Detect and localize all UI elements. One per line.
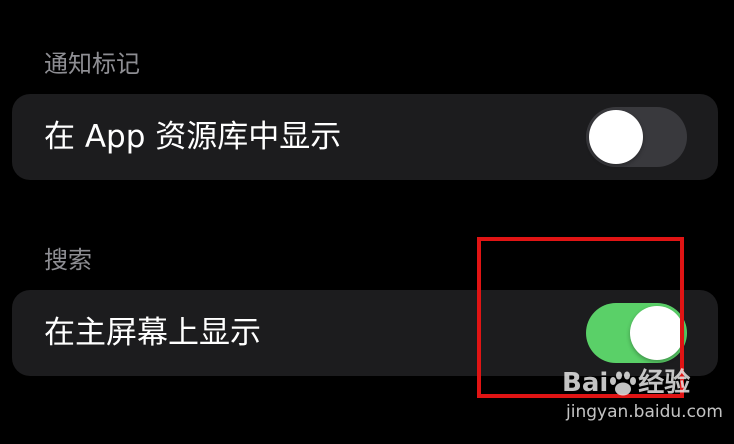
- paw-icon: [608, 371, 638, 397]
- settings-cell-app-library: 在 App 资源库中显示: [12, 94, 718, 180]
- watermark-brand: Bai: [562, 368, 609, 398]
- toggle-knob: [589, 110, 643, 164]
- section-header-badges: 通知标记: [44, 50, 140, 78]
- show-in-app-library-label: 在 App 资源库中显示: [44, 119, 342, 155]
- section-header-search: 搜索: [44, 246, 92, 274]
- watermark-url: jingyan.baidu.com: [566, 402, 723, 422]
- show-in-app-library-toggle[interactable]: [586, 107, 687, 167]
- watermark-brand-suffix: 经验: [638, 368, 691, 398]
- baidu-jingyan-watermark: Bai 经验 jingyan.baidu.com: [556, 360, 726, 440]
- show-on-home-screen-label: 在主屏幕上显示: [44, 315, 261, 351]
